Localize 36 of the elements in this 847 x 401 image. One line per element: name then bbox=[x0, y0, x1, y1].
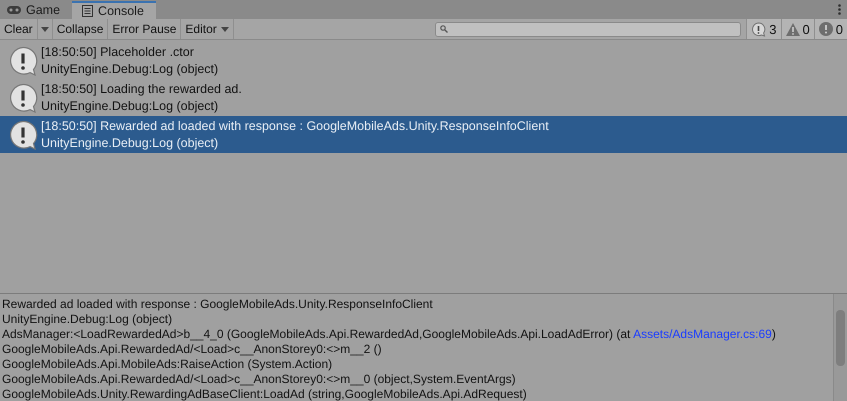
gamepad-icon bbox=[7, 6, 21, 14]
info-bubble-icon bbox=[8, 46, 38, 76]
more-options-icon bbox=[838, 4, 841, 15]
log-source: UnityEngine.Debug:Log (object) bbox=[41, 60, 218, 78]
log-entry[interactable]: [18:50:50] Placeholder .ctor UnityEngine.Debug:Log (object) bbox=[0, 42, 847, 79]
info-bubble-icon bbox=[8, 82, 38, 112]
stack-trace-line: GoogleMobileAds.Api.RewardedAd/<Load>c__AnonStorey0:<>m__2 () bbox=[2, 342, 383, 357]
log-message: [18:50:50] Loading the rewarded ad. bbox=[41, 80, 242, 98]
caret-icon bbox=[40, 26, 49, 32]
counter-toggle[interactable]: 0 bbox=[814, 19, 847, 39]
tab[interactable]: Game bbox=[2, 1, 72, 19]
search-field[interactable] bbox=[435, 22, 742, 36]
error-icon bbox=[818, 22, 833, 36]
stack-trace-line: GoogleMobileAds.Api.MobileAds:RaiseAction (System.Action) bbox=[2, 357, 334, 372]
scrollbar[interactable] bbox=[833, 294, 847, 401]
scrollbar-thumb[interactable] bbox=[836, 310, 845, 366]
stack-trace-line: GoogleMobileAds.Unity.RewardingAdBaseClient:LoadAd (string,GoogleMobileAds.Api.AdRequest) bbox=[2, 387, 528, 401]
warning-icon bbox=[786, 22, 800, 36]
stack-trace-line: Rewarded ad loaded with response : GoogleMobileAds.Unity.ResponseInfoClient bbox=[2, 297, 434, 312]
caret-icon bbox=[220, 26, 229, 32]
log-entry[interactable]: [18:50:50] Rewarded ad loaded with response : GoogleMobileAds.Unity.ResponseInfoClient UnityEngine.Debug:Log (object) bbox=[0, 116, 847, 153]
log-entry[interactable]: [18:50:50] Loading the rewarded ad. UnityEngine.Debug:Log (object) bbox=[0, 79, 847, 116]
info-bubble-icon bbox=[8, 120, 38, 150]
info-bubble-icon bbox=[751, 22, 766, 36]
search-icon bbox=[440, 25, 448, 33]
counter-toggle[interactable]: 0 bbox=[780, 19, 814, 39]
stack-trace-line: GoogleMobileAds.Api.RewardedAd/<Load>c__AnonStorey0:<>m__0 (object,System.EventArgs) bbox=[2, 372, 517, 387]
log-source: UnityEngine.Debug:Log (object) bbox=[41, 98, 220, 114]
stack-trace-line: AdsManager:<LoadRewardedAd>b__4_0 (GoogleMobileAds.Api.RewardedAd,GoogleMobileAds.Api.LoadAdError) (at Assets/AdsManager.cs:69) bbox=[2, 327, 777, 342]
log-message: [18:50:50] Placeholder .ctor bbox=[41, 44, 195, 60]
document-icon bbox=[82, 5, 94, 17]
counter-toggle[interactable]: 3 bbox=[746, 19, 781, 39]
tab[interactable]: Console bbox=[72, 1, 156, 19]
log-source: UnityEngine.Debug:Log (object) bbox=[41, 134, 220, 152]
stack-trace-line: UnityEngine.Debug:Log (object) bbox=[2, 312, 174, 327]
log-message: [18:50:50] Rewarded ad loaded with response : GoogleMobileAds.Unity.ResponseInfoClient bbox=[41, 118, 549, 134]
